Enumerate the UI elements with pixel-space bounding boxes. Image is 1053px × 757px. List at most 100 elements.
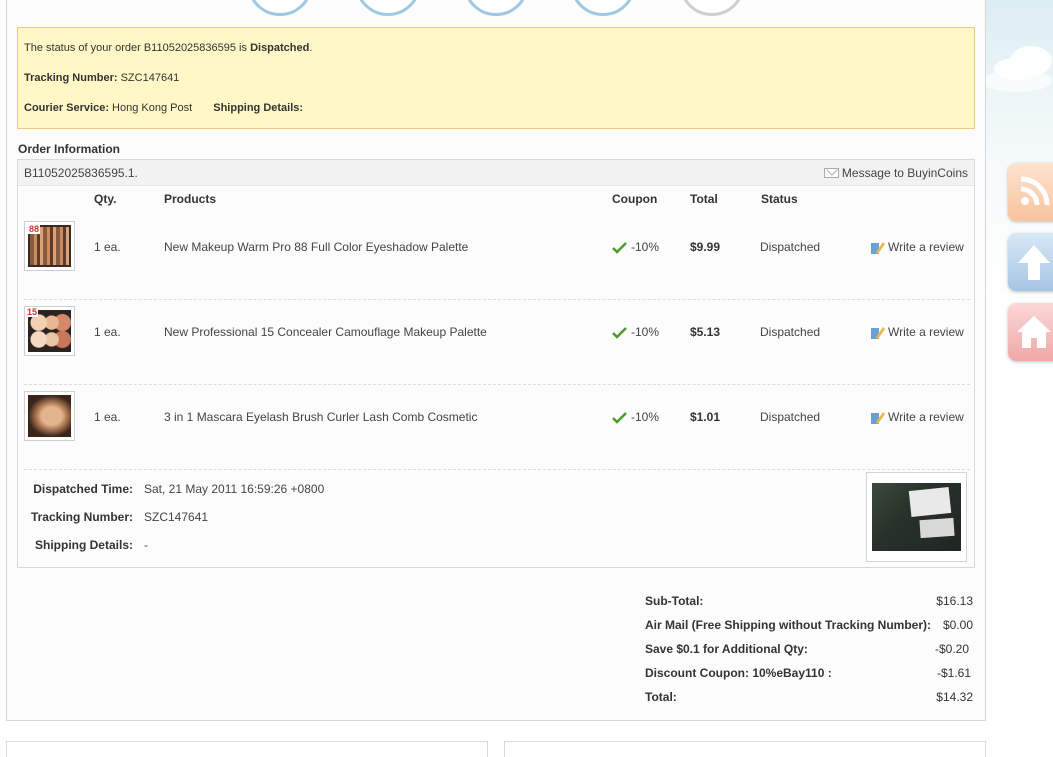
column-products: Products [164, 192, 217, 206]
shipping-label: Air Mail (Free Shipping without Tracking… [645, 618, 932, 632]
item-status: Dispatched [760, 325, 821, 339]
status-value: Dispatched [250, 42, 310, 54]
item-qty: 1 ea. [94, 325, 121, 339]
review-pen-icon [871, 327, 885, 340]
total-value: $14.32 [936, 690, 973, 704]
column-status: Status [761, 192, 798, 206]
save-label: Save $0.1 for Additional Qty: [645, 642, 808, 656]
item-coupon: -10% [612, 240, 659, 254]
tracking-label: Tracking Number: [24, 72, 118, 84]
step-icon [679, 0, 745, 16]
discount-row: Discount Coupon: 10%eBay110 : -$1.61 [645, 666, 975, 690]
step-icon [355, 0, 421, 16]
item-product-name[interactable]: 3 in 1 Mascara Eyelash Brush Curler Lash… [164, 410, 477, 424]
coupon-value: -10% [631, 410, 660, 424]
item-total: $5.13 [690, 325, 721, 339]
progress-steps [7, 0, 987, 18]
step-icon [247, 0, 313, 16]
mascara-product-image [28, 395, 71, 437]
coupon-value: -10% [631, 240, 660, 254]
message-link-label: Message to BuyinCoins [841, 166, 968, 180]
write-review-link[interactable]: Write a review [870, 410, 964, 425]
package-photo-image [872, 483, 961, 551]
status-line: The status of your order B11052025836595… [24, 42, 968, 72]
concealer-palette-image: 15 [26, 307, 71, 352]
product-thumbnail[interactable] [24, 391, 75, 441]
dispatched-time-label: Dispatched Time: [33, 482, 133, 496]
order-status-notice: The status of your order B11052025836595… [17, 27, 975, 129]
column-total: Total [690, 192, 718, 206]
subtotal-label: Sub-Total: [645, 594, 704, 608]
write-review-link[interactable]: Write a review [870, 240, 964, 255]
bottom-panel-left [6, 741, 488, 757]
shipment-tracking-label: Tracking Number: [30, 510, 133, 524]
order-header: B11052025836595.1. Message to BuyinCoins [18, 160, 974, 186]
tracking-number: SZC147641 [120, 72, 180, 84]
total-row: Total: $14.32 [645, 690, 975, 714]
item-coupon: -10% [612, 410, 659, 424]
courier-label: Courier Service: [24, 102, 109, 114]
tracking-line: Tracking Number: SZC147641 [24, 72, 968, 102]
order-information-box: B11052025836595.1. Message to BuyinCoins… [17, 159, 975, 568]
review-pen-icon [871, 412, 885, 425]
write-review-label: Write a review [888, 410, 964, 424]
order-id: B11052025836595.1. [24, 166, 138, 180]
step-icon [570, 0, 636, 16]
save-row: Save $0.1 for Additional Qty: -$0.20 [645, 642, 975, 666]
status-text: The status of your order B11052025836595… [24, 42, 251, 54]
courier-value: Hong Kong Post [112, 102, 193, 114]
home-button[interactable] [1008, 303, 1053, 361]
rss-button[interactable] [1008, 163, 1053, 221]
review-pen-icon [871, 242, 885, 255]
arrow-up-icon [1018, 245, 1050, 280]
column-qty: Qty. [94, 192, 117, 206]
item-product-name[interactable]: New Makeup Warm Pro 88 Full Color Eyesha… [164, 240, 468, 254]
item-coupon: -10% [612, 325, 659, 339]
write-review-label: Write a review [888, 325, 964, 339]
shipping-details-label: Shipping Details: [213, 102, 304, 114]
order-totals: Sub-Total: $16.13 Air Mail (Free Shippin… [645, 594, 975, 714]
column-coupon: Coupon [612, 192, 658, 206]
subtotal-row: Sub-Total: $16.13 [645, 594, 975, 618]
save-value: -$0.20 [934, 642, 969, 656]
discount-value: -$1.61 [936, 666, 971, 680]
item-qty: 1 ea. [94, 240, 121, 254]
order-information-title: Order Information [18, 142, 121, 156]
item-qty: 1 ea. [94, 410, 121, 424]
product-thumbnail[interactable]: 88 [24, 221, 75, 271]
status-suffix: . [309, 42, 313, 54]
home-icon [1017, 316, 1051, 348]
shipping-row: Air Mail (Free Shipping without Tracking… [645, 618, 975, 642]
item-total: $9.99 [690, 240, 721, 254]
item-total: $1.01 [690, 410, 721, 424]
shipping-value: $0.00 [942, 618, 973, 632]
order-item-row: 1 ea. 3 in 1 Mascara Eyelash Brush Curle… [24, 385, 970, 470]
write-review-link[interactable]: Write a review [870, 325, 964, 340]
package-photo[interactable] [866, 472, 967, 562]
total-label: Total: [645, 690, 677, 704]
bottom-panel-right [504, 741, 986, 757]
item-product-name[interactable]: New Professional 15 Concealer Camouflage… [164, 325, 487, 339]
item-status: Dispatched [760, 240, 821, 254]
order-item-row: 88 1 ea. New Makeup Warm Pro 88 Full Col… [24, 215, 970, 300]
courier-line: Courier Service: Hong Kong Post Shipping… [24, 102, 968, 132]
cloud-decoration [982, 70, 1052, 92]
order-details-panel: The status of your order B11052025836595… [6, 0, 986, 721]
shipping-label-sticker [908, 486, 952, 518]
item-status: Dispatched [760, 410, 821, 424]
rss-icon [1020, 176, 1050, 206]
check-icon [612, 241, 627, 254]
shipment-details-value: - [144, 538, 148, 552]
shipment-tracking-value: SZC147641 [144, 510, 209, 524]
back-to-top-button[interactable] [1008, 233, 1053, 291]
write-review-label: Write a review [888, 240, 964, 254]
product-thumbnail[interactable]: 15 [24, 306, 75, 356]
step-icon [463, 0, 529, 16]
envelope-icon [823, 168, 839, 178]
right-background [982, 0, 1053, 757]
dispatched-time-value: Sat, 21 May 2011 16:59:26 +0800 [144, 482, 325, 496]
message-seller-link[interactable]: Message to BuyinCoins [823, 166, 968, 180]
check-icon [612, 326, 627, 339]
subtotal-value: $16.13 [936, 594, 973, 608]
shipment-details-label: Shipping Details: [34, 538, 133, 552]
